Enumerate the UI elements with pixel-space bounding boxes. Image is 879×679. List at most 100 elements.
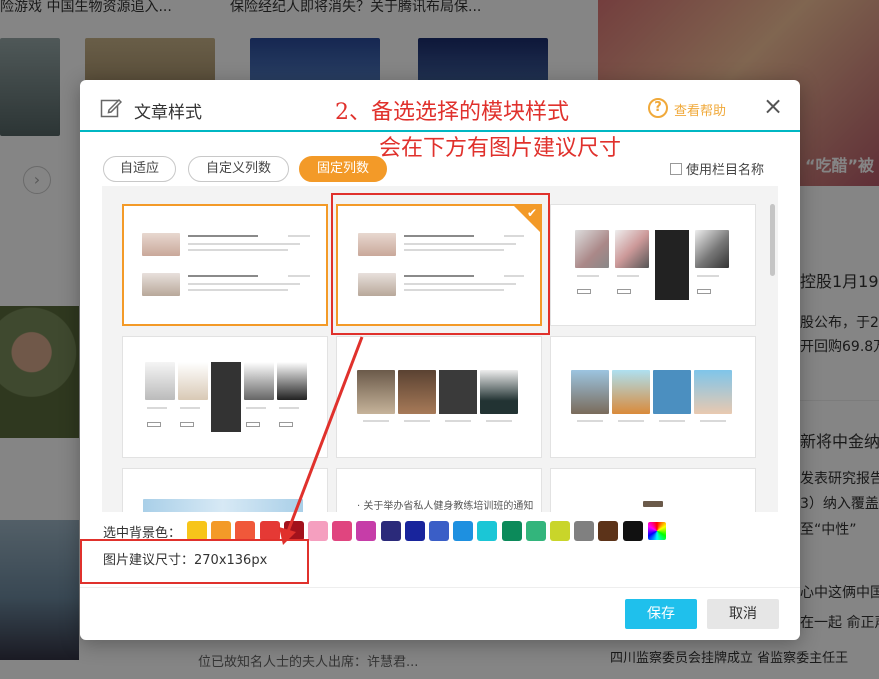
color-swatch[interactable]: [598, 521, 619, 541]
template-more: [617, 289, 631, 294]
template-thumb: [178, 362, 208, 400]
close-icon[interactable]: ×: [762, 94, 784, 118]
template-line: [404, 420, 430, 422]
template-card[interactable]: · 关于举办省私人健身教练培训班的通知: [336, 468, 542, 512]
template-line: [445, 420, 471, 422]
color-swatch[interactable]: [525, 521, 546, 541]
color-swatch[interactable]: [646, 521, 667, 541]
template-line: [697, 275, 719, 277]
annotation-highlight-template: [331, 193, 550, 335]
use-column-name-label: 使用栏目名称: [686, 163, 765, 178]
template-thumb: [145, 362, 175, 400]
color-swatch[interactable]: [283, 521, 304, 541]
color-swatch[interactable]: [574, 521, 595, 541]
template-thumb: [244, 362, 274, 400]
template-thumb: [142, 273, 180, 296]
template-line: [246, 407, 266, 409]
template-line: [288, 235, 310, 237]
template-line: [363, 420, 389, 422]
template-thumb-dark: [439, 370, 477, 414]
template-more: [147, 422, 161, 427]
template-line: [618, 420, 644, 422]
color-swatch[interactable]: [453, 521, 474, 541]
template-card[interactable]: [550, 336, 756, 458]
template-thumb: [612, 370, 650, 414]
template-thumb: [653, 370, 691, 414]
template-sample-text: · 关于举办省私人健身教练培训班的通知: [357, 501, 534, 512]
template-thumb: [615, 230, 649, 268]
cancel-button[interactable]: 取消: [707, 599, 779, 629]
template-line: [486, 420, 512, 422]
use-column-name-checkbox[interactable]: 使用栏目名称: [670, 159, 764, 178]
template-line: [279, 407, 299, 409]
template-thumb: [277, 362, 307, 400]
template-card[interactable]: [122, 336, 328, 458]
template-thumb: [695, 230, 729, 268]
template-thumb: [480, 370, 518, 414]
template-card[interactable]: [122, 468, 328, 512]
template-thumb-dark: [211, 362, 241, 432]
color-swatch[interactable]: [404, 521, 425, 541]
template-thumb: [694, 370, 732, 414]
color-swatch[interactable]: [501, 521, 522, 541]
template-line: [617, 275, 639, 277]
template-thumb: [143, 499, 303, 512]
dialog-title: 文章样式: [134, 103, 202, 123]
template-line: [188, 275, 258, 277]
help-icon[interactable]: ?: [648, 98, 668, 118]
help-link[interactable]: 查看帮助: [674, 100, 726, 119]
template-thumb: [643, 501, 663, 507]
tab-custom-columns[interactable]: 自定义列数: [188, 156, 289, 182]
template-thumb: [142, 233, 180, 256]
template-more: [279, 422, 293, 427]
template-more: [697, 289, 711, 294]
template-line: [180, 407, 200, 409]
template-line: [188, 235, 258, 237]
template-thumb-dark: [655, 230, 689, 300]
template-card[interactable]: [122, 204, 328, 326]
template-line: [659, 420, 685, 422]
template-card[interactable]: [550, 468, 756, 512]
save-button[interactable]: 保存: [625, 599, 697, 629]
template-thumb: [398, 370, 436, 414]
template-line: [147, 407, 167, 409]
footer-divider: [80, 587, 800, 588]
template-card[interactable]: [336, 336, 542, 458]
template-line: [188, 289, 288, 291]
annotation-highlight-size: [80, 539, 309, 584]
template-more: [246, 422, 260, 427]
color-swatch[interactable]: [211, 521, 232, 541]
color-swatch[interactable]: [429, 521, 449, 541]
color-swatch[interactable]: [259, 521, 280, 541]
color-swatch[interactable]: [332, 521, 353, 541]
checkbox-box[interactable]: [670, 163, 682, 175]
template-line: [577, 420, 603, 422]
color-swatch[interactable]: [308, 521, 328, 541]
tab-fixed-columns[interactable]: 固定列数: [299, 156, 387, 182]
annotation-text: 2、备选选择的模块样式: [335, 100, 569, 125]
template-thumb: [571, 370, 609, 414]
template-thumb: [357, 370, 395, 414]
dialog-header: 文章样式 2、备选选择的模块样式 ? 查看帮助 ×: [80, 80, 800, 132]
template-line: [188, 283, 300, 285]
template-grid-scrollbar[interactable]: [770, 204, 775, 276]
template-card[interactable]: [550, 204, 756, 326]
template-line: [577, 275, 599, 277]
template-line: [188, 249, 288, 251]
edit-icon: [100, 98, 122, 118]
template-line: [188, 243, 300, 245]
color-swatch[interactable]: [550, 521, 570, 541]
template-more: [180, 422, 194, 427]
color-swatch[interactable]: [235, 521, 256, 541]
tab-adaptive[interactable]: 自适应: [103, 156, 176, 182]
template-more: [577, 289, 591, 294]
color-swatch[interactable]: [477, 521, 498, 541]
color-swatch[interactable]: [380, 521, 401, 541]
color-swatch[interactable]: [356, 521, 377, 541]
annotation-text: 会在下方有图片建议尺寸: [379, 136, 622, 161]
color-swatch[interactable]: [622, 521, 643, 541]
template-line: [288, 275, 310, 277]
template-thumb: [575, 230, 609, 268]
color-swatch[interactable]: [187, 521, 207, 541]
template-line: [700, 420, 726, 422]
